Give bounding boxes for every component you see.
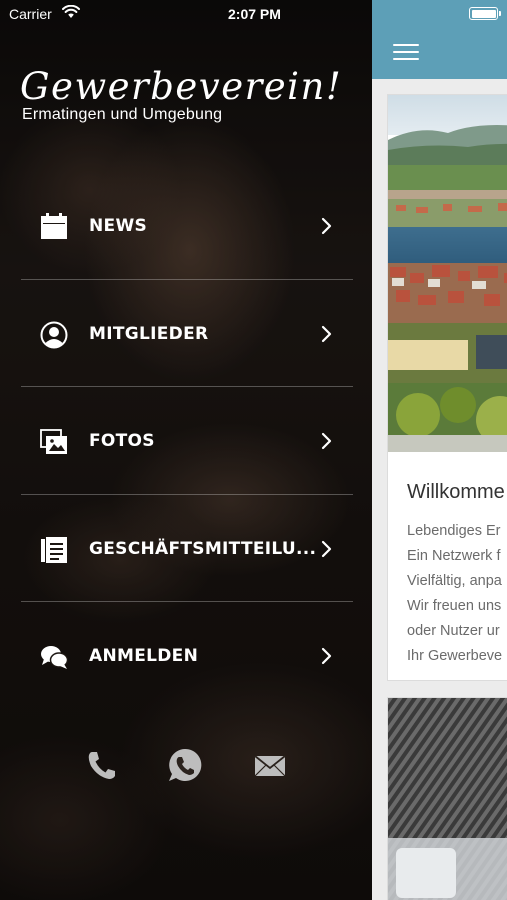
contact-icons — [0, 745, 372, 789]
phone-icon[interactable] — [86, 749, 116, 781]
lake-village-image — [388, 95, 507, 452]
chat-icon — [41, 646, 68, 669]
chevron-right-icon — [321, 540, 332, 557]
menu-item-news[interactable]: NEWS — [21, 172, 353, 280]
card-line: Lebendiges Er — [407, 523, 501, 539]
mail-icon[interactable] — [254, 755, 286, 777]
second-card[interactable] — [387, 697, 507, 900]
card-text: Lebendiges Er Ein Netzwerk f Vielfältig,… — [407, 519, 507, 669]
menu-label-geschaeftsmitteilungen: GESCHÄFTSMITTEILU... — [89, 538, 317, 559]
menu-item-fotos[interactable]: FOTOS — [21, 387, 353, 495]
clock: 2:07 PM — [228, 6, 281, 22]
carbon-fiber-image — [388, 698, 507, 900]
wifi-icon — [62, 5, 80, 18]
user-icon — [40, 321, 68, 348]
document-icon — [41, 536, 67, 563]
card-line: Wir freuen uns — [407, 598, 502, 614]
photos-icon — [40, 429, 67, 454]
status-bar: Carrier 2:07 PM — [0, 0, 372, 26]
logo-title: Gewerbeverein! — [20, 65, 343, 108]
whatsapp-icon[interactable] — [167, 747, 203, 783]
card-line: Ein Netzwerk f — [407, 548, 501, 564]
top-bar — [372, 0, 507, 79]
menu-label-anmelden: ANMELDEN — [89, 646, 199, 666]
carrier-label: Carrier — [9, 6, 52, 22]
menu-label-fotos: FOTOS — [89, 431, 155, 451]
hamburger-menu-icon[interactable] — [393, 43, 419, 61]
menu-item-geschaeftsmitteilungen[interactable]: GESCHÄFTSMITTEILU... — [21, 495, 353, 602]
card-line: Vielfältig, anpa — [407, 573, 502, 589]
chevron-right-icon — [321, 217, 332, 235]
main-content: Willkomme Lebendiges Er Ein Netzwerk f V… — [372, 0, 507, 900]
chevron-right-icon — [321, 325, 332, 342]
drawer-menu: NEWS MITGLIEDER FOTOS GESCHÄFTSMITTEILU.… — [21, 172, 353, 710]
welcome-card[interactable]: Willkomme Lebendiges Er Ein Netzwerk f V… — [387, 94, 507, 681]
card-title: Willkomme — [407, 481, 505, 503]
calendar-icon — [41, 213, 67, 239]
menu-label-news: NEWS — [89, 216, 148, 236]
battery-icon — [469, 7, 501, 20]
card-line: Ihr Gewerbeve — [407, 648, 503, 664]
chevron-right-icon — [321, 647, 332, 665]
app-logo: Gewerbeverein! Ermatingen und Umgebung — [20, 64, 342, 124]
menu-item-anmelden[interactable]: ANMELDEN — [21, 602, 353, 710]
side-drawer: Carrier 2:07 PM Gewerbeverein! Ermatinge… — [0, 0, 372, 900]
card-line: oder Nutzer ur — [407, 623, 500, 639]
menu-item-mitglieder[interactable]: MITGLIEDER — [21, 280, 353, 387]
menu-label-mitglieder: MITGLIEDER — [89, 323, 209, 344]
chevron-right-icon — [321, 432, 332, 450]
